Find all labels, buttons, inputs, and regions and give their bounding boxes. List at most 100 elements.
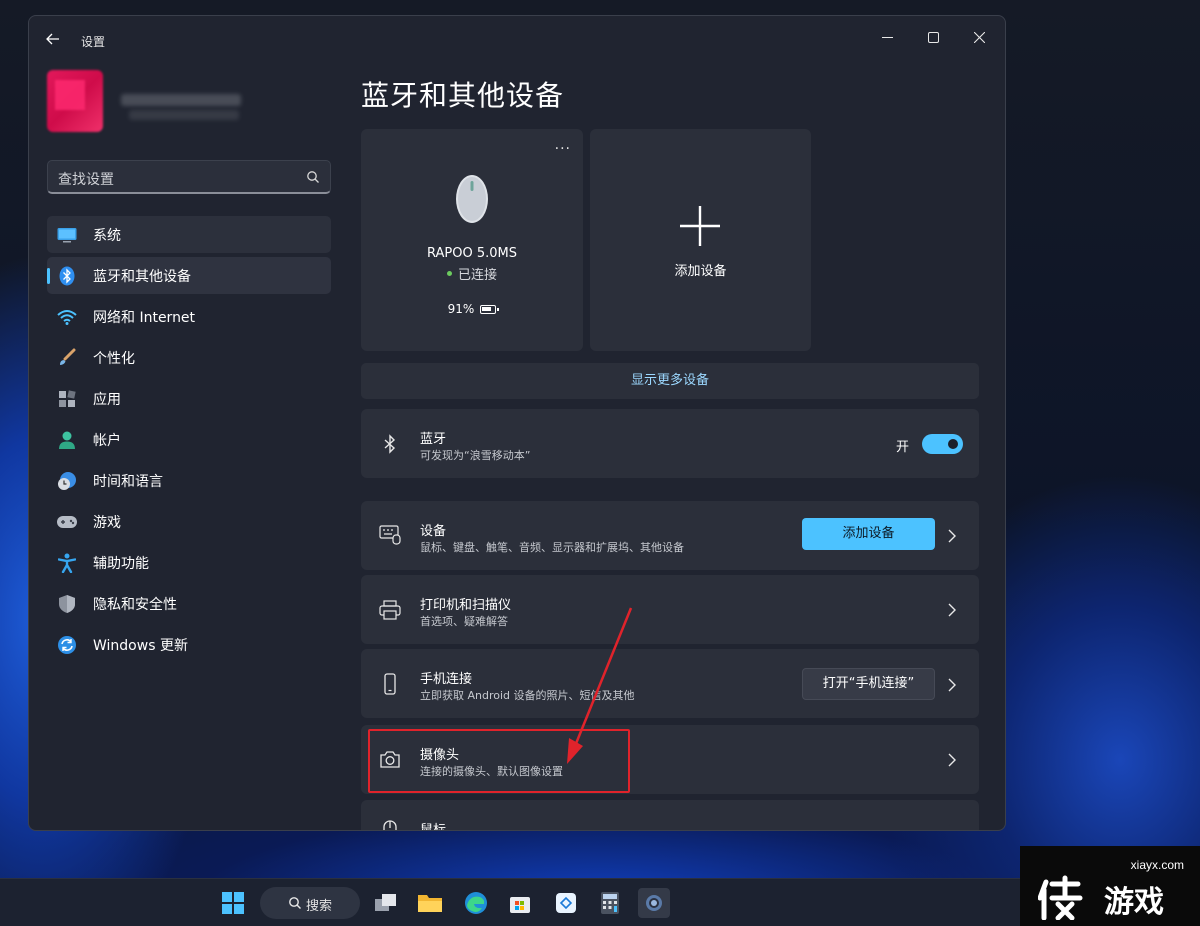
sidebar-item-label: 帐户 <box>93 432 121 449</box>
watermark-url: xiayx.com <box>1130 858 1184 872</box>
sidebar-item-label: Windows 更新 <box>93 637 188 654</box>
device-status: 已连接 <box>361 264 583 283</box>
search-icon <box>307 171 319 183</box>
settings-button[interactable] <box>638 888 670 918</box>
toggle-state-label: 开 <box>895 440 909 455</box>
bluetooth-icon <box>384 434 396 454</box>
plus-icon <box>680 206 720 246</box>
sidebar-item-label: 时间和语言 <box>93 473 163 490</box>
start-button[interactable] <box>217 888 249 918</box>
sidebar-item-label: 隐私和安全性 <box>93 596 177 613</box>
sidebar-item-bluetooth[interactable]: 蓝牙和其他设备 <box>47 257 331 294</box>
sidebar-item-privacy[interactable]: 隐私和安全性 <box>47 585 331 622</box>
edge-icon <box>465 892 487 914</box>
calculator-button[interactable] <box>594 888 626 918</box>
add-device-button[interactable]: 添加设备 <box>802 518 935 550</box>
avatar[interactable] <box>47 70 103 132</box>
file-explorer-button[interactable] <box>414 888 446 918</box>
row-title: 鼠标 <box>420 823 447 831</box>
monitor-icon <box>56 224 78 246</box>
add-device-card[interactable]: 添加设备 <box>590 129 811 351</box>
task-view-button[interactable] <box>370 888 402 918</box>
store-icon <box>510 897 530 913</box>
sidebar-item-apps[interactable]: 应用 <box>47 380 331 417</box>
sidebar-item-label: 游戏 <box>93 514 121 531</box>
row-title: 手机连接 <box>420 672 473 687</box>
mouse-icon <box>456 175 488 223</box>
sidebar-item-accounts[interactable]: 帐户 <box>47 421 331 458</box>
user-email-blurred <box>129 110 239 120</box>
sidebar-item-gaming[interactable]: 游戏 <box>47 503 331 540</box>
accessibility-icon <box>56 552 78 574</box>
clock-globe-icon <box>56 470 78 492</box>
phone-link-row[interactable]: 手机连接 立即获取 Android 设备的照片、短信及其他 打开“手机连接” <box>361 649 979 718</box>
wifi-icon <box>56 306 78 328</box>
devices-row[interactable]: 设备 鼠标、键盘、触笔、音频、显示器和扩展坞、其他设备 添加设备 <box>361 501 979 570</box>
back-button[interactable] <box>43 30 63 50</box>
shield-icon <box>56 593 78 615</box>
page-title: 蓝牙和其他设备 <box>361 79 565 112</box>
folder-icon <box>418 895 442 912</box>
phone-icon <box>384 673 396 695</box>
sidebar-item-windows-update[interactable]: Windows 更新 <box>47 626 331 663</box>
connected-dot-icon <box>446 271 452 276</box>
remote-app-button[interactable] <box>550 888 582 918</box>
edge-browser-button[interactable] <box>460 888 492 918</box>
svg-text:游戏: 游戏 <box>1104 885 1164 920</box>
row-title: 蓝牙 <box>420 432 447 447</box>
sidebar-nav: 系统 蓝牙和其他设备 网络和 Internet 个性化 应用 帐户 时间和语言 … <box>47 216 331 667</box>
calculator-icon <box>601 892 619 914</box>
arrow-left-icon <box>46 33 59 45</box>
show-more-devices-button[interactable]: 显示更多设备 <box>361 363 979 399</box>
sidebar-item-label: 系统 <box>93 227 121 244</box>
window-title: 设置 <box>81 35 106 49</box>
more-options-button[interactable]: ··· <box>555 141 571 157</box>
minimize-icon <box>881 37 893 38</box>
title-bar: 设置 <box>29 16 1005 64</box>
mouse-row[interactable]: 鼠标 <box>361 800 979 831</box>
apps-icon <box>56 388 78 410</box>
gamepad-icon <box>56 511 78 533</box>
task-view-icon <box>375 894 396 911</box>
bluetooth-toggle[interactable] <box>922 434 963 454</box>
sidebar-item-network[interactable]: 网络和 Internet <box>47 298 331 335</box>
sidebar-item-time-language[interactable]: 时间和语言 <box>47 462 331 499</box>
sidebar-item-label: 蓝牙和其他设备 <box>93 268 191 285</box>
search-icon <box>289 897 301 909</box>
close-button[interactable] <box>956 22 1002 54</box>
bluetooth-icon <box>56 265 78 287</box>
sidebar-item-accessibility[interactable]: 辅助功能 <box>47 544 331 581</box>
watermark: xiayx.com 游戏 <box>1020 846 1200 926</box>
battery-icon <box>480 305 500 314</box>
sidebar-item-label: 个性化 <box>93 350 135 367</box>
user-name-blurred <box>121 94 241 106</box>
battery-level: 91% <box>447 302 475 316</box>
row-subtitle: 鼠标、键盘、触笔、音频、显示器和扩展坞、其他设备 <box>420 541 684 554</box>
sidebar-item-personalization[interactable]: 个性化 <box>47 339 331 376</box>
row-subtitle: 可发现为“浪雪移动本” <box>420 449 531 462</box>
close-icon <box>973 31 985 44</box>
chevron-right-icon <box>948 529 956 543</box>
open-phone-link-button[interactable]: 打开“手机连接” <box>802 668 935 700</box>
store-button[interactable] <box>504 888 536 918</box>
maximize-button[interactable] <box>910 22 956 54</box>
bluetooth-row: 蓝牙 可发现为“浪雪移动本” 开 <box>361 409 979 478</box>
settings-window: 设置 查找设置 系统 蓝牙和其他设备 网络和 Internet 个性化 应用 帐… <box>28 15 1006 831</box>
device-status-text: 已连接 <box>457 268 497 283</box>
update-icon <box>56 634 78 656</box>
chevron-right-icon <box>948 603 956 617</box>
minimize-button[interactable] <box>864 22 910 54</box>
watermark-logo-icon: 游戏 <box>1038 875 1164 920</box>
printers-row[interactable]: 打印机和扫描仪 首选项、疑难解答 <box>361 575 979 644</box>
remote-desktop-icon <box>556 893 576 913</box>
sidebar-item-system[interactable]: 系统 <box>47 216 331 253</box>
device-card[interactable]: ··· RAPOO 5.0MS 已连接 91% <box>361 129 583 351</box>
mouse-icon <box>383 820 397 830</box>
search-input[interactable]: 查找设置 <box>47 160 331 194</box>
windows-logo-icon <box>222 892 244 914</box>
device-name: RAPOO 5.0MS <box>427 246 517 261</box>
taskbar-search[interactable]: 搜索 <box>260 887 360 919</box>
device-battery: 91% <box>361 302 583 316</box>
sidebar-item-label: 应用 <box>93 391 121 408</box>
search-placeholder: 查找设置 <box>58 172 114 188</box>
